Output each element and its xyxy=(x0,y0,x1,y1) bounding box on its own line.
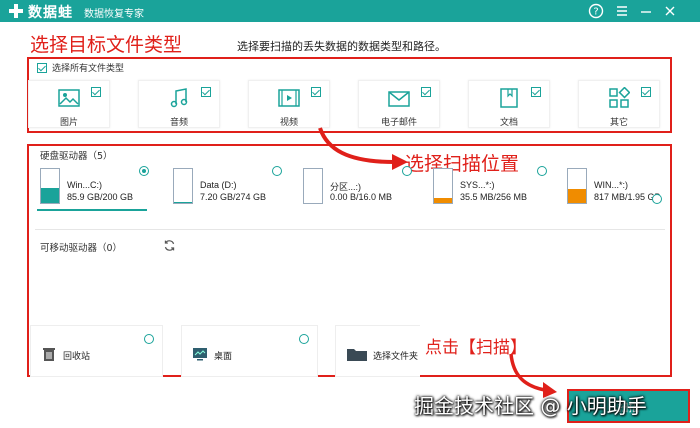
refresh-icon[interactable] xyxy=(163,239,176,252)
drive-c-radio[interactable] xyxy=(139,166,149,176)
location-recycle-bin[interactable]: 回收站 xyxy=(30,325,163,377)
location-label: 选择文件夹 xyxy=(373,352,419,362)
drive-usage-fill xyxy=(434,198,452,203)
desktop-icon xyxy=(193,348,207,361)
close-icon[interactable] xyxy=(662,3,678,19)
logo-icon xyxy=(9,4,23,18)
drive-d-radio[interactable] xyxy=(272,166,282,176)
file-type-email[interactable]: 电子邮件 xyxy=(358,80,440,128)
checkbox[interactable] xyxy=(531,87,541,97)
drive-size: 0.00 B/16.0 MB xyxy=(330,192,393,202)
drive-name: SYS...*:) xyxy=(460,180,495,190)
location-radio[interactable] xyxy=(299,334,309,344)
drive-name: WIN...*:) xyxy=(594,180,628,190)
select-all-label: 选择所有文件类型 xyxy=(52,64,125,74)
drive-sys-radio[interactable] xyxy=(537,166,547,176)
file-type-document[interactable]: 文档 xyxy=(468,80,550,128)
instruction-text: 选择要扫描的丢失数据的数据类型和路径。 xyxy=(237,40,446,53)
drive-size: 85.9 GB/200 GB xyxy=(67,192,134,202)
folder-icon xyxy=(347,349,367,361)
file-type-label: 图片 xyxy=(59,118,78,128)
image-icon xyxy=(58,89,80,107)
minimize-icon[interactable] xyxy=(638,3,654,19)
drive-win-radio[interactable] xyxy=(652,194,662,204)
checkbox[interactable] xyxy=(421,87,431,97)
drive-size: 35.5 MB/256 MB xyxy=(460,192,528,202)
location-label: 回收站 xyxy=(63,352,91,362)
other-icon xyxy=(609,87,630,108)
document-icon xyxy=(500,88,518,108)
annotation-select-types: 选择目标文件类型 xyxy=(30,34,183,56)
location-desktop[interactable]: 桌面 xyxy=(181,325,318,377)
selected-drive-underline xyxy=(37,209,147,211)
drive-icon xyxy=(433,168,453,204)
file-type-label: 音频 xyxy=(169,118,188,128)
checkbox[interactable] xyxy=(91,87,101,97)
hard-drives-title: 硬盘驱动器（5） xyxy=(40,151,113,162)
drive-partition-radio[interactable] xyxy=(402,166,412,176)
file-type-other[interactable]: 其它 xyxy=(578,80,660,128)
drive-icon xyxy=(40,168,60,204)
drive-size: 7.20 GB/274 GB xyxy=(200,192,267,202)
drive-size: 817 MB/1.95 GB xyxy=(594,192,661,202)
file-type-label: 其它 xyxy=(609,118,628,128)
drive-icon xyxy=(567,168,587,204)
watermark-text: 掘金技术社区 @ 小明助手 xyxy=(414,394,647,418)
removable-drives-title: 可移动驱动器（0） xyxy=(40,243,123,254)
checkbox[interactable] xyxy=(641,87,651,97)
drive-icon xyxy=(173,168,193,204)
location-radio[interactable] xyxy=(144,334,154,344)
divider xyxy=(35,229,665,230)
file-type-audio[interactable]: 音频 xyxy=(138,80,220,128)
location-label: 桌面 xyxy=(214,352,233,362)
video-icon xyxy=(278,89,300,107)
annotation-arrow-icon xyxy=(318,127,408,170)
file-type-label: 文档 xyxy=(499,118,518,128)
title-bar: 数据蛙 数据恢复专家 ? xyxy=(0,0,700,22)
drive-usage-fill xyxy=(568,188,586,203)
annotation-select-location: 选择扫描位置 xyxy=(405,153,520,175)
drive-name: Data (D:) xyxy=(200,180,237,190)
app-subtitle: 数据恢复专家 xyxy=(84,9,144,20)
recycle-bin-icon xyxy=(43,348,55,361)
drive-usage-fill xyxy=(41,188,59,203)
drive-usage-fill xyxy=(174,201,192,203)
checkbox[interactable] xyxy=(201,87,211,97)
drive-icon xyxy=(303,168,323,204)
file-type-image[interactable]: 图片 xyxy=(28,80,110,128)
app-name: 数据蛙 xyxy=(28,4,73,20)
svg-text:?: ? xyxy=(593,7,598,18)
select-all-checkbox[interactable]: 选择所有文件类型 xyxy=(37,61,124,74)
music-icon xyxy=(170,88,188,108)
menu-icon[interactable] xyxy=(614,3,630,19)
email-icon xyxy=(388,91,410,107)
file-type-video[interactable]: 视频 xyxy=(248,80,330,128)
location-choose-folder[interactable]: 选择文件夹 xyxy=(335,325,420,377)
checkbox[interactable] xyxy=(37,62,47,73)
checkbox[interactable] xyxy=(311,87,321,97)
help-icon[interactable]: ? xyxy=(588,3,604,19)
drive-name: Win...C:) xyxy=(67,180,102,190)
